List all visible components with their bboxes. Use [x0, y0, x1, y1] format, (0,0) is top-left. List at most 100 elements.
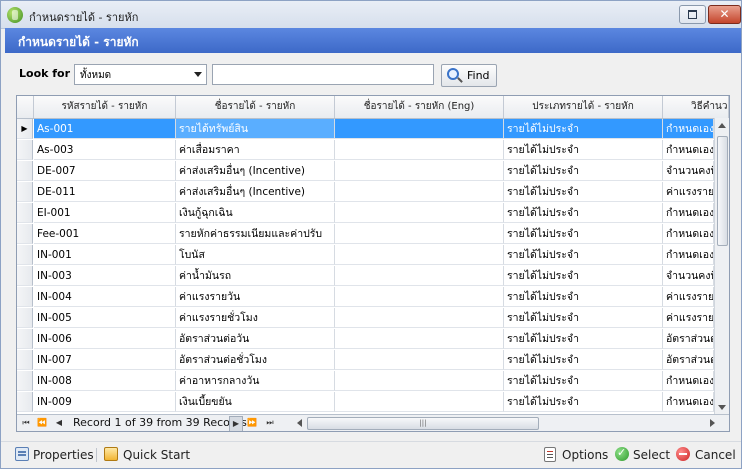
cell-name[interactable]: เงินเบี้ยขยัน: [176, 392, 335, 412]
cell-name[interactable]: อัตราส่วนต่อวัน: [176, 329, 335, 349]
cell-name-eng[interactable]: [335, 182, 504, 202]
table-row[interactable]: Fee-001 รายหักค่าธรรมเนียมและค่าปรับ รายได…: [17, 224, 714, 245]
horizontal-scrollbar[interactable]: |||: [297, 417, 715, 430]
cell-method[interactable]: กำหนดเอง: [663, 119, 714, 139]
cell-name-eng[interactable]: [335, 224, 504, 244]
scroll-down-icon[interactable]: [718, 405, 726, 410]
last-record-icon[interactable]: ⏭: [263, 416, 277, 430]
table-row[interactable]: IN-004 ค่าแรงรายวัน รายได้ไม่ประจำ ค่าแรงรา…: [17, 287, 714, 308]
next-page-icon[interactable]: ⏩: [246, 416, 258, 430]
cell-name[interactable]: ค่าแรงรายวัน: [176, 287, 335, 307]
cell-method[interactable]: จำนวนคงที่: [663, 266, 714, 286]
cell-name[interactable]: รายได้ทรัพย์สิน: [176, 119, 335, 139]
cell-name-eng[interactable]: [335, 392, 504, 412]
cell-method[interactable]: กำหนดเอง: [663, 140, 714, 160]
cell-method[interactable]: กำหนดเอง: [663, 203, 714, 223]
cell-code[interactable]: IN-003: [34, 266, 176, 286]
cell-type[interactable]: รายได้ไม่ประจำ: [504, 308, 663, 328]
cell-code[interactable]: IN-009: [34, 392, 176, 412]
cell-name-eng[interactable]: [335, 119, 504, 139]
table-row[interactable]: IN-005 ค่าแรงรายชั่วโมง รายได้ไม่ประจำ ค่าแ…: [17, 308, 714, 329]
cell-method[interactable]: ค่าแรงรายชั่วโมง: [663, 308, 714, 328]
column-header-name[interactable]: ชื่อรายได้ - รายหัก: [176, 96, 335, 118]
cell-type[interactable]: รายได้ไม่ประจำ: [504, 371, 663, 391]
table-row[interactable]: IN-001 โบนัส รายได้ไม่ประจำ กำหนดเอง: [17, 245, 714, 266]
restore-button[interactable]: [679, 5, 706, 24]
cell-name[interactable]: ค่าส่งเสริมอื่นๆ (Incentive): [176, 182, 335, 202]
cell-method[interactable]: กำหนดเอง: [663, 392, 714, 412]
cell-type[interactable]: รายได้ไม่ประจำ: [504, 350, 663, 370]
horizontal-scroll-thumb[interactable]: |||: [307, 417, 539, 430]
cell-method[interactable]: กำหนดเอง: [663, 371, 714, 391]
cell-name[interactable]: ค่าแรงรายชั่วโมง: [176, 308, 335, 328]
cell-name[interactable]: รายหักค่าธรรมเนียมและค่าปรับ: [176, 224, 335, 244]
cell-method[interactable]: อัตราส่วนต่อชั่วโมง: [663, 350, 714, 370]
column-header-code[interactable]: รหัสรายได้ - รายหัก: [34, 96, 176, 118]
cell-method[interactable]: กำหนดเอง: [663, 224, 714, 244]
cell-name-eng[interactable]: [335, 287, 504, 307]
table-row[interactable]: IN-007 อัตราส่วนต่อชั่วโมง รายได้ไม่ประจำอ…: [17, 350, 714, 371]
options-button[interactable]: Options: [562, 448, 608, 462]
table-row[interactable]: As-003 ค่าเสื่อมราคา รายได้ไม่ประจำ กำหนดเอ…: [17, 140, 714, 161]
column-header-name-eng[interactable]: ชื่อรายได้ - รายหัก (Eng): [335, 96, 504, 118]
cell-type[interactable]: รายได้ไม่ประจำ: [504, 161, 663, 181]
cell-name-eng[interactable]: [335, 140, 504, 160]
table-row[interactable]: IN-009 เงินเบี้ยขยัน รายได้ไม่ประจำ กำหนดเอ…: [17, 392, 714, 413]
table-row[interactable]: IN-006 อัตราส่วนต่อวัน รายได้ไม่ประจำ อัตรา…: [17, 329, 714, 350]
cell-type[interactable]: รายได้ไม่ประจำ: [504, 224, 663, 244]
quick-start-button[interactable]: Quick Start: [123, 448, 190, 462]
column-header-method[interactable]: วิธีคำนวณ: [663, 96, 729, 118]
cell-name-eng[interactable]: [335, 371, 504, 391]
cell-name[interactable]: ค่าเสื่อมราคา: [176, 140, 335, 160]
cell-code[interactable]: IN-005: [34, 308, 176, 328]
cell-code[interactable]: IN-001: [34, 245, 176, 265]
cell-code[interactable]: Fee-001: [34, 224, 176, 244]
table-row[interactable]: DE-007 ค่าส่งเสริมอื่นๆ (Incentive) รายได้…: [17, 161, 714, 182]
properties-button[interactable]: Properties: [33, 448, 94, 462]
cell-name[interactable]: ค่าอาหารกลางวัน: [176, 371, 335, 391]
cell-name-eng[interactable]: [335, 308, 504, 328]
scroll-up-icon[interactable]: [718, 123, 726, 128]
cell-name-eng[interactable]: [335, 266, 504, 286]
cell-type[interactable]: รายได้ไม่ประจำ: [504, 392, 663, 412]
table-row[interactable]: DE-011 ค่าส่งเสริมอื่นๆ (Incentive) รายได้…: [17, 182, 714, 203]
scroll-right-icon[interactable]: [710, 419, 715, 427]
cell-code[interactable]: IN-006: [34, 329, 176, 349]
cell-method[interactable]: จำนวนคงที่: [663, 161, 714, 181]
cell-name-eng[interactable]: [335, 161, 504, 181]
cell-name[interactable]: ค่าน้ำมันรถ: [176, 266, 335, 286]
cell-type[interactable]: รายได้ไม่ประจำ: [504, 182, 663, 202]
search-input[interactable]: [212, 64, 434, 85]
cell-code[interactable]: IN-004: [34, 287, 176, 307]
column-header-type[interactable]: ประเภทรายได้ - รายหัก: [504, 96, 663, 118]
table-row[interactable]: IN-003 ค่าน้ำมันรถ รายได้ไม่ประจำ จำนวนคงที…: [17, 266, 714, 287]
table-row[interactable]: IN-008 ค่าอาหารกลางวัน รายได้ไม่ประจำ กำหนด…: [17, 371, 714, 392]
select-button[interactable]: Select: [633, 448, 670, 462]
cell-method[interactable]: อัตราส่วนต่อวัน: [663, 329, 714, 349]
cell-type[interactable]: รายได้ไม่ประจำ: [504, 266, 663, 286]
cell-method[interactable]: กำหนดเอง: [663, 245, 714, 265]
cell-name[interactable]: อัตราส่วนต่อชั่วโมง: [176, 350, 335, 370]
scroll-left-icon[interactable]: [297, 419, 302, 427]
cell-type[interactable]: รายได้ไม่ประจำ: [504, 245, 663, 265]
cell-name-eng[interactable]: [335, 203, 504, 223]
cell-name-eng[interactable]: [335, 350, 504, 370]
data-grid[interactable]: รหัสรายได้ - รายหัก ชื่อรายได้ - รายหัก …: [16, 95, 730, 432]
cell-method[interactable]: ค่าแรงรายวัน: [663, 287, 714, 307]
cell-name-eng[interactable]: [335, 329, 504, 349]
cell-type[interactable]: รายได้ไม่ประจำ: [504, 287, 663, 307]
filter-dropdown[interactable]: ทั้งหมด: [74, 64, 207, 85]
cell-name[interactable]: โบนัส: [176, 245, 335, 265]
cell-name[interactable]: ค่าส่งเสริมอื่นๆ (Incentive): [176, 161, 335, 181]
cell-type[interactable]: รายได้ไม่ประจำ: [504, 119, 663, 139]
table-row[interactable]: EI-001 เงินกู้ฉุกเฉิน รายได้ไม่ประจำ กำหนดเ…: [17, 203, 714, 224]
cell-name-eng[interactable]: [335, 245, 504, 265]
vertical-scrollbar[interactable]: [714, 118, 729, 415]
cell-code[interactable]: As-001: [34, 119, 176, 139]
cell-type[interactable]: รายได้ไม่ประจำ: [504, 203, 663, 223]
find-button[interactable]: Find: [441, 64, 497, 87]
cell-code[interactable]: IN-007: [34, 350, 176, 370]
first-record-icon[interactable]: ⏮: [20, 416, 32, 430]
prev-record-icon[interactable]: ◀: [53, 416, 65, 430]
cell-code[interactable]: DE-011: [34, 182, 176, 202]
